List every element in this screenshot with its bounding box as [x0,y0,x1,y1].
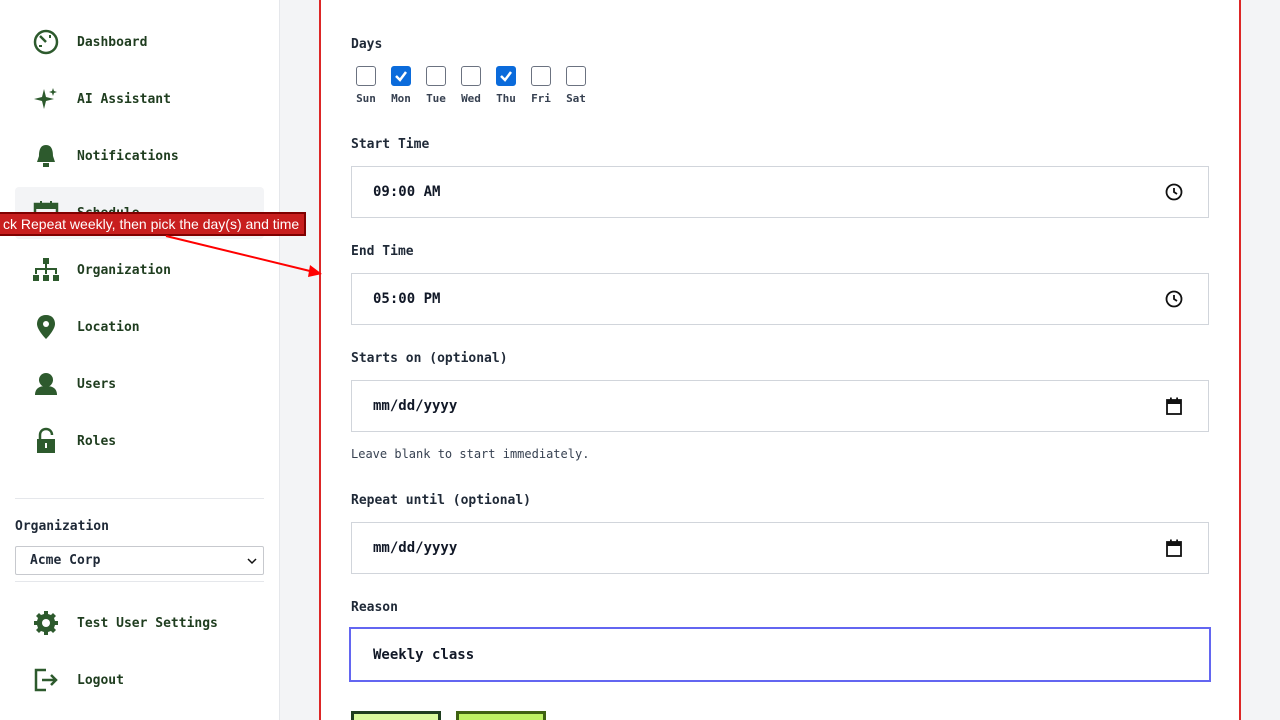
org-chart-icon [31,255,61,285]
submit-button[interactable] [351,711,441,720]
days-label: Days [351,37,383,52]
repeat-until-placeholder: mm/dd/yyyy [373,540,458,556]
end-time-input[interactable]: 05:00 PM [351,273,1209,325]
end-time-value: 05:00 PM [373,291,441,307]
end-time-label: End Time [351,244,414,259]
checkmark-icon [395,71,407,82]
sidebar-item-label: Roles [77,433,117,449]
sidebar: Dashboard AI Assistant Notifications Sch… [0,0,280,720]
start-time-value: 09:00 AM [373,184,441,200]
day-checkbox[interactable] [391,66,411,86]
reason-value: Weekly class [373,646,475,663]
user-icon [31,369,61,399]
day-checkbox[interactable] [426,66,446,86]
logout-label: Logout [77,672,124,688]
sidebar-item-label: Users [77,376,117,392]
chevron-down-icon [247,558,257,565]
day-option-wed[interactable]: Wed [456,66,486,105]
reason-input[interactable]: Weekly class [349,627,1211,682]
calendar-picker-icon[interactable] [1164,396,1184,416]
day-option-fri[interactable]: Fri [526,66,556,105]
sidebar-item-ai-assistant[interactable]: AI Assistant [15,73,264,125]
sidebar-item-label: Dashboard [77,34,148,50]
repeat-until-date-input[interactable]: mm/dd/yyyy [351,522,1209,574]
sidebar-item-label: Organization [77,262,171,278]
day-option-sat[interactable]: Sat [561,66,591,105]
day-option-thu[interactable]: Thu [491,66,521,105]
day-option-tue[interactable]: Tue [421,66,451,105]
repeat-until-label: Repeat until (optional) [351,493,532,508]
organization-select[interactable]: Acme Corp [15,546,264,575]
lock-icon [31,426,61,456]
instruction-annotation: ck Repeat weekly, then pick the day(s) a… [0,212,307,236]
day-checkbox[interactable] [566,66,586,86]
starts-on-placeholder: mm/dd/yyyy [373,398,458,414]
calendar-picker-icon[interactable] [1164,538,1184,558]
sidebar-item-location[interactable]: Location [15,301,264,353]
sidebar-item-users[interactable]: Users [15,358,264,410]
bell-icon [31,141,61,171]
day-label: Sun [356,92,376,105]
day-checkbox[interactable] [356,66,376,86]
start-time-input[interactable]: 09:00 AM [351,166,1209,218]
day-label: Sat [566,92,586,105]
sidebar-item-dashboard[interactable]: Dashboard [15,16,264,68]
day-label: Fri [531,92,551,105]
sidebar-nav: Dashboard AI Assistant Notifications Sch… [15,0,264,492]
clock-icon[interactable] [1164,182,1184,202]
cancel-button[interactable] [456,711,546,720]
starts-on-hint: Leave blank to start immediately. [351,447,590,461]
logout-link[interactable]: Logout [15,654,264,706]
sidebar-item-label: Notifications [77,148,179,164]
settings-label: Test User Settings [77,615,218,631]
organization-label: Organization [15,519,109,534]
sidebar-item-roles[interactable]: Roles [15,415,264,467]
sparkle-icon [31,84,61,114]
day-label: Mon [391,92,411,105]
checkmark-icon [500,71,512,82]
organization-selected-value: Acme Corp [30,553,101,568]
day-option-mon[interactable]: Mon [386,66,416,105]
partial-icon [31,483,61,492]
day-option-sun[interactable]: Sun [351,66,381,105]
day-label: Wed [461,92,481,105]
sidebar-item-notifications[interactable]: Notifications [15,130,264,182]
sidebar-item-label: Location [77,319,140,335]
gear-icon [31,608,61,638]
clock-icon[interactable] [1164,289,1184,309]
dashboard-icon [31,27,61,57]
logout-icon [31,665,61,695]
day-label: Tue [426,92,446,105]
sidebar-divider [15,498,264,499]
sidebar-item-partial[interactable] [15,472,264,492]
sidebar-divider [15,581,264,582]
settings-link[interactable]: Test User Settings [15,597,264,649]
starts-on-date-input[interactable]: mm/dd/yyyy [351,380,1209,432]
day-checkbox[interactable] [461,66,481,86]
day-label: Thu [496,92,516,105]
starts-on-label: Starts on (optional) [351,351,508,366]
location-pin-icon [31,312,61,342]
sidebar-item-label: AI Assistant [77,91,171,107]
sidebar-item-organization[interactable]: Organization [15,244,264,296]
reason-label: Reason [351,600,398,615]
start-time-label: Start Time [351,137,430,152]
day-checkbox[interactable] [531,66,551,86]
day-checkbox[interactable] [496,66,516,86]
